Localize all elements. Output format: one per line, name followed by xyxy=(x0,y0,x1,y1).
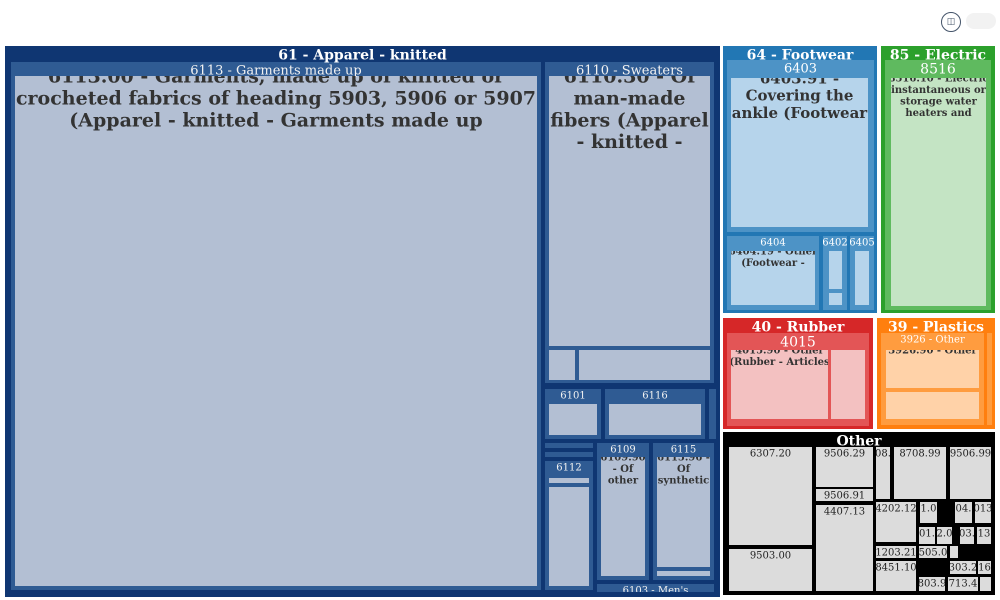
label-o950300: 9503.00 xyxy=(750,551,791,562)
label-o120321: 1203.21 xyxy=(875,548,916,559)
label-h6405: 6405 xyxy=(849,238,874,249)
label-o03: 03. xyxy=(959,529,975,540)
tile-p6402b[interactable] xyxy=(829,293,842,305)
tile-p6115b[interactable] xyxy=(657,571,710,576)
label-c39: 39 - Plastics xyxy=(888,319,984,335)
label-o8039: 803.9 xyxy=(918,579,947,590)
tile-p6116a[interactable] xyxy=(609,404,701,435)
label-o845110: 8451.10 xyxy=(875,563,916,574)
label-o950629: 9506.29 xyxy=(824,449,865,460)
label-o16: 16 xyxy=(978,563,991,574)
tile-p6112a[interactable] xyxy=(549,478,589,483)
tile-p6402a[interactable] xyxy=(829,251,842,289)
label-h6109: 6109 xyxy=(610,445,635,456)
tile-oz1[interactable] xyxy=(980,577,991,591)
tile-p6110a[interactable] xyxy=(549,350,575,380)
label-h8516: 8516 xyxy=(920,61,956,77)
label-h6116: 6116 xyxy=(642,391,667,402)
tile-p4015b[interactable] xyxy=(831,350,865,419)
label-o08: 08. xyxy=(875,449,891,460)
label-o5050: 505.0 xyxy=(919,548,948,559)
label-c61: 61 - Apparel - knitted xyxy=(278,47,447,63)
tile-h61x1[interactable] xyxy=(709,389,716,439)
tile-p6405a[interactable] xyxy=(855,251,869,305)
tile-o630720[interactable] xyxy=(729,447,812,545)
tile-h61x3[interactable] xyxy=(545,452,593,457)
label-h3926: 3926 - Other xyxy=(900,335,965,346)
tile-p3926b[interactable] xyxy=(886,392,979,419)
tile-p6101a[interactable] xyxy=(549,404,597,435)
label-o950691: 9506.91 xyxy=(824,491,865,502)
label-h4015: 4015 xyxy=(780,334,816,350)
label-o04: 04. xyxy=(956,504,972,515)
label-o7134: 713.4 xyxy=(949,579,978,590)
label-h6402: 6402 xyxy=(822,238,847,249)
label-o440713: 4407.13 xyxy=(824,507,865,518)
label-o870899: 8708.99 xyxy=(899,449,940,460)
label-cother: Other xyxy=(836,433,882,449)
tile-oz2[interactable] xyxy=(950,546,958,558)
tile-h61x2[interactable] xyxy=(545,443,593,448)
snapshot-icon[interactable]: ◫ xyxy=(941,12,961,32)
label-h6101: 6101 xyxy=(560,391,585,402)
label-h6404: 6404 xyxy=(760,238,785,249)
tile-p6112b[interactable] xyxy=(549,487,589,586)
tile-p611300[interactable] xyxy=(15,76,537,586)
label-h6112: 6112 xyxy=(556,463,581,474)
treemap-chart: 61 - Apparel - knitted6113 - Garments ma… xyxy=(5,46,995,597)
label-c40: 40 - Rubber xyxy=(752,319,845,335)
label-o420212: 4202.12 xyxy=(875,504,916,515)
label-o032: 303.2 xyxy=(949,563,978,574)
label-o013: 013 xyxy=(973,504,992,515)
label-o20: 2.0 xyxy=(937,529,953,540)
label-o13: 13 xyxy=(978,529,991,540)
label-o630720: 6307.20 xyxy=(750,449,791,460)
label-h6403: 6403 xyxy=(784,61,817,76)
tile-p6110b[interactable] xyxy=(579,350,710,380)
tile-h39x[interactable] xyxy=(987,333,992,425)
label-h6115: 6115 xyxy=(671,445,696,456)
tile-o440713[interactable] xyxy=(816,505,873,591)
label-o950699: 9506.99 xyxy=(950,449,991,460)
toolbar-placeholder xyxy=(966,13,996,29)
